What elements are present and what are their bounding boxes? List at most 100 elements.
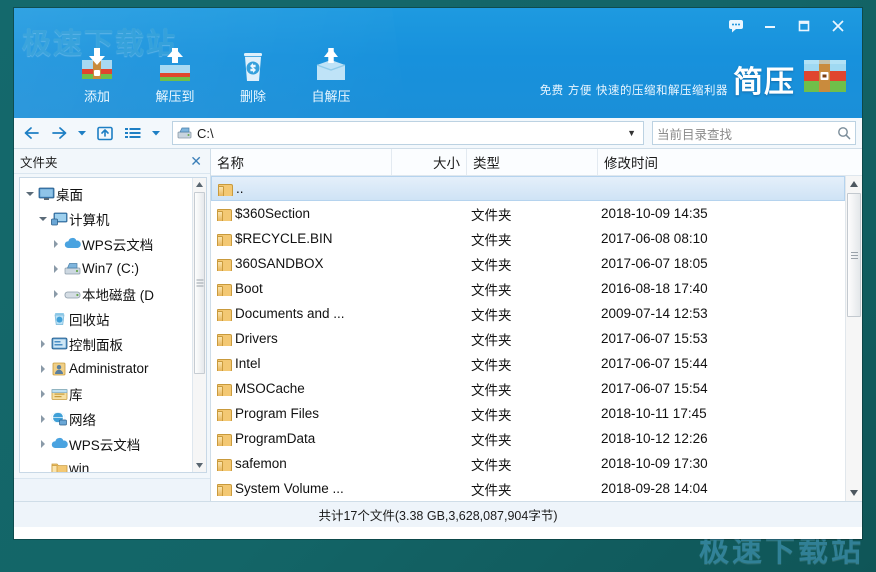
table-row[interactable]: System Volume ... 文件夹 2018-09-28 14:04 (211, 476, 845, 501)
cell-type: 文件夹 (471, 432, 512, 448)
tree-twisty[interactable] (49, 239, 62, 248)
cell-time: 2017-06-07 15:54 (601, 381, 708, 396)
tree-item[interactable]: 网络 (20, 406, 193, 431)
minimize-icon (765, 26, 775, 28)
forward-button[interactable] (46, 121, 72, 145)
folder-icon (217, 283, 232, 296)
tree-item[interactable]: 控制面板 (20, 331, 193, 356)
add-archive-icon (58, 46, 136, 86)
tree-item[interactable]: WPS云文档 (20, 431, 193, 456)
chevron-down-icon (152, 131, 160, 136)
column-header-time[interactable]: 修改时间 (598, 149, 862, 175)
disk-icon (64, 291, 80, 299)
history-dropdown-button[interactable] (74, 121, 90, 145)
address-path: C:\ (197, 125, 214, 141)
status-bar: 共计17个文件(3.38 GB,3,628,087,904字节) (14, 501, 862, 527)
tree-item[interactable]: WPS云文档 (20, 231, 193, 256)
recycle-bin-icon (54, 313, 64, 325)
maximize-icon (798, 20, 810, 32)
tree-item[interactable]: 桌面 (20, 181, 193, 206)
address-bar[interactable]: C:\ ▼ (172, 121, 644, 145)
close-button[interactable] (822, 14, 854, 38)
triangle-down-icon (196, 463, 203, 468)
sidebar-title: 文件夹 (20, 155, 58, 170)
tree-twisty[interactable] (23, 191, 36, 196)
scroll-up-button[interactable] (846, 176, 862, 192)
table-row[interactable]: $360Section 文件夹 2018-10-09 14:35 (211, 201, 845, 226)
control-panel-icon (49, 336, 69, 351)
column-header-name[interactable]: 名称 (211, 149, 392, 175)
cell-time: 2018-10-09 14:35 (601, 206, 708, 221)
toolbar-button-delete[interactable]: 删除 (214, 44, 292, 104)
table-row[interactable]: Documents and ... 文件夹 2009-07-14 12:53 (211, 301, 845, 326)
toolbar-button-extract-to[interactable]: 解压到 (136, 44, 214, 104)
brand-name: 简压 (733, 65, 795, 100)
search-box[interactable]: 当前目录查找 (652, 121, 856, 145)
table-row[interactable]: 360SANDBOX 文件夹 2017-06-07 18:05 (211, 251, 845, 276)
back-button[interactable] (18, 121, 44, 145)
cell-name: ProgramData (211, 431, 391, 446)
cell-name: Program Files (211, 406, 391, 421)
cell-time: 2017-06-07 18:05 (601, 256, 708, 271)
tree-item[interactable]: 回收站 (20, 306, 193, 331)
cell-time: 2017-06-07 15:53 (601, 331, 708, 346)
up-folder-button[interactable] (92, 121, 118, 145)
table-row[interactable]: Intel 文件夹 2017-06-07 15:44 (211, 351, 845, 376)
cell-time: 2018-09-28 14:04 (601, 481, 708, 496)
toolbar-button-add[interactable]: 添加 (58, 44, 136, 104)
control-panel-icon (51, 337, 67, 350)
table-row[interactable]: ProgramData 文件夹 2018-10-12 12:26 (211, 426, 845, 451)
sidebar-scrollbar[interactable] (192, 178, 206, 472)
tree-twisty[interactable] (36, 439, 49, 448)
tree-twisty[interactable] (36, 216, 49, 221)
tree-twisty[interactable] (49, 264, 62, 273)
sidebar-close-icon[interactable]: ✕ (188, 154, 204, 168)
folder-icon (217, 233, 232, 246)
minimize-button[interactable] (754, 14, 786, 38)
scroll-down-button[interactable] (846, 485, 862, 501)
folder-icon (217, 433, 232, 446)
search-input[interactable]: 当前目录查找 (657, 124, 833, 143)
feedback-button[interactable] (720, 14, 752, 38)
tree-item[interactable]: Win7 (C:) (20, 256, 193, 281)
tree-twisty[interactable] (49, 289, 62, 298)
column-header-size[interactable]: 大小 (392, 149, 467, 175)
tree-item[interactable]: 本地磁盘 (D (20, 281, 193, 306)
tree-item[interactable]: Administrator (20, 356, 193, 381)
tree-twisty[interactable] (36, 414, 49, 423)
file-name: System Volume ... (235, 481, 344, 496)
view-mode-button[interactable] (120, 121, 146, 145)
file-scroll-thumb[interactable] (847, 193, 861, 317)
tree-item[interactable]: 计算机 (20, 206, 193, 231)
tree-item[interactable]: 库 (20, 381, 193, 406)
maximize-button[interactable] (788, 14, 820, 38)
tree-item[interactable]: win (20, 456, 193, 472)
sidebar-scroll-thumb[interactable] (194, 192, 205, 374)
file-name: Documents and ... (235, 306, 345, 321)
trash-icon (214, 46, 292, 86)
table-row[interactable]: Program Files 文件夹 2018-10-11 17:45 (211, 401, 845, 426)
table-row[interactable]: safemon 文件夹 2018-10-09 17:30 (211, 451, 845, 476)
column-header-type[interactable]: 类型 (467, 149, 598, 175)
table-row[interactable]: .. (211, 176, 845, 201)
tree-twisty[interactable] (36, 339, 49, 348)
address-dropdown-icon[interactable]: ▼ (624, 128, 639, 138)
folder-icon (49, 461, 69, 472)
file-list-scrollbar[interactable] (845, 176, 862, 501)
tree-twisty[interactable] (36, 364, 49, 373)
arrow-left-icon (24, 127, 39, 139)
cell-name: Intel (211, 356, 391, 371)
table-row[interactable]: Boot 文件夹 2016-08-18 17:40 (211, 276, 845, 301)
tree-twisty[interactable] (36, 389, 49, 398)
toolbar-button-sfx[interactable]: 自解压 (292, 44, 370, 104)
triangle-up-icon (196, 182, 203, 187)
scroll-up-button[interactable] (193, 178, 206, 191)
table-row[interactable]: MSOCache 文件夹 2017-06-07 15:54 (211, 376, 845, 401)
cell-name: .. (212, 181, 391, 196)
table-row[interactable]: $RECYCLE.BIN 文件夹 2017-06-08 08:10 (211, 226, 845, 251)
view-menu-button[interactable] (148, 121, 164, 145)
table-row[interactable]: Drivers 文件夹 2017-06-07 15:53 (211, 326, 845, 351)
scroll-down-button[interactable] (193, 459, 206, 472)
folder-icon (217, 483, 232, 496)
search-icon[interactable] (837, 126, 851, 140)
